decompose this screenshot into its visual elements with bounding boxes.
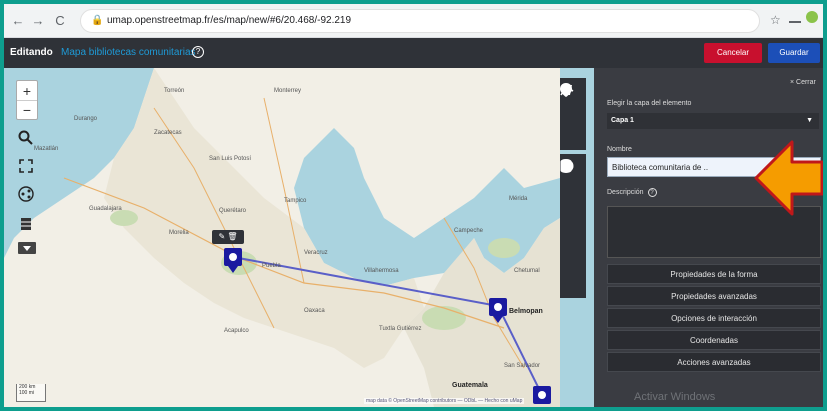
description-label: Descripción ? bbox=[607, 188, 657, 197]
marker-popup-toolbar[interactable]: ✎ 🗑 bbox=[212, 230, 244, 244]
scale-bar: 200 km 100 mi bbox=[16, 384, 46, 402]
place-label: Mazatlán bbox=[34, 146, 59, 152]
zoom-in-button[interactable]: + bbox=[17, 81, 37, 101]
draw-toolbar bbox=[560, 78, 586, 150]
back-button[interactable]: ← bbox=[10, 13, 26, 29]
shape-properties-button[interactable]: Propiedades de la forma bbox=[607, 264, 821, 284]
scale-mi: 100 mi bbox=[19, 390, 35, 396]
umap-header: Editando Mapa bibliotecas comunitarias ?… bbox=[4, 38, 823, 68]
place-label: Mérida bbox=[509, 196, 528, 202]
save-button[interactable]: Guardar bbox=[768, 43, 820, 63]
caret-down-icon[interactable] bbox=[18, 242, 36, 254]
star-icon[interactable]: ☆ bbox=[770, 13, 781, 27]
layer-select[interactable]: Capa 1 ▼ bbox=[607, 113, 819, 129]
place-label: Veracruz bbox=[304, 250, 328, 256]
polygon-icon[interactable] bbox=[560, 85, 586, 150]
windows-activation-watermark: Activar Windows bbox=[634, 391, 716, 403]
profile-avatar[interactable] bbox=[806, 11, 818, 23]
place-label: Tampico bbox=[284, 198, 307, 204]
place-label: Acapulco bbox=[224, 328, 249, 334]
place-label: Guadalajara bbox=[89, 206, 122, 212]
zoom-out-button[interactable]: − bbox=[17, 101, 37, 120]
help-icon[interactable]: ? bbox=[647, 188, 657, 197]
close-panel-link[interactable]: × Cerrar bbox=[790, 79, 816, 86]
place-label: Morelia bbox=[169, 230, 189, 236]
place-label: Puebla bbox=[262, 263, 281, 269]
place-label: Monterrey bbox=[274, 88, 302, 94]
place-label: Villahermosa bbox=[364, 268, 399, 274]
pencil-icon[interactable] bbox=[560, 161, 586, 274]
address-bar[interactable]: 🔒 umap.openstreetmap.fr/es/map/new/#6/20… bbox=[80, 9, 760, 33]
map-name-link[interactable]: Mapa bibliotecas comunitarias bbox=[61, 47, 196, 58]
browser-toolbar: ← → C 🔒 umap.openstreetmap.fr/es/map/new… bbox=[4, 4, 823, 38]
map-attribution[interactable]: map data © OpenStreetMap contributors — … bbox=[364, 398, 525, 404]
name-label: Nombre bbox=[607, 146, 632, 153]
lock-icon: 🔒 bbox=[91, 15, 104, 26]
extension-icon[interactable] bbox=[789, 13, 801, 23]
description-label-text: Descripción bbox=[607, 189, 644, 196]
zoom-control: + − bbox=[16, 80, 38, 120]
share-icon[interactable] bbox=[18, 186, 36, 204]
interaction-options-button[interactable]: Opciones de interacción bbox=[607, 308, 821, 328]
forward-button[interactable]: → bbox=[30, 13, 46, 29]
park-area bbox=[488, 238, 520, 258]
settings-toolbar bbox=[560, 154, 586, 298]
reload-button[interactable]: C bbox=[52, 13, 68, 29]
coordinates-button[interactable]: Coordenadas bbox=[607, 330, 821, 350]
place-label: San Salvador bbox=[504, 363, 541, 369]
key-icon[interactable] bbox=[560, 163, 586, 298]
place-label: Oaxaca bbox=[304, 308, 325, 314]
search-icon[interactable] bbox=[18, 130, 36, 148]
layers-stack-icon[interactable] bbox=[560, 160, 586, 226]
cancel-button[interactable]: Cancelar bbox=[704, 43, 762, 63]
place-label: Querétaro bbox=[219, 208, 247, 214]
help-icon[interactable]: ? bbox=[192, 46, 204, 58]
place-label: Campeche bbox=[454, 228, 484, 234]
layer-select-value: Capa 1 bbox=[611, 117, 634, 124]
map-canvas[interactable]: Durango Mazatlán Zacatecas San Luis Poto… bbox=[4, 68, 594, 407]
url-text: umap.openstreetmap.fr/es/map/new/#6/20.4… bbox=[107, 15, 352, 26]
line-icon[interactable] bbox=[560, 85, 586, 126]
edit-panel: × Cerrar Elegir la capa del elemento Cap… bbox=[594, 68, 823, 407]
editing-label: Editando bbox=[10, 47, 53, 58]
menu-icon[interactable]: ⋮ bbox=[818, 13, 823, 27]
layer-label: Elegir la capa del elemento bbox=[607, 100, 692, 107]
place-label: Torreón bbox=[164, 88, 185, 94]
layers-icon[interactable] bbox=[18, 216, 36, 234]
place-label: Guatemala bbox=[452, 382, 488, 389]
gear-icon[interactable] bbox=[560, 161, 586, 202]
park-area bbox=[422, 306, 466, 330]
park-area bbox=[110, 210, 138, 226]
place-label: Belmopan bbox=[509, 308, 543, 315]
screen-frame: ← → C 🔒 umap.openstreetmap.fr/es/map/new… bbox=[4, 4, 823, 407]
marker-pin[interactable] bbox=[533, 386, 551, 404]
place-label: San Luis Potosí bbox=[209, 156, 252, 162]
annotation-arrow-icon bbox=[754, 140, 823, 216]
database-icon[interactable] bbox=[560, 159, 586, 250]
advanced-properties-button[interactable]: Propiedades avanzadas bbox=[607, 286, 821, 306]
chevron-down-icon: ▼ bbox=[806, 117, 813, 124]
advanced-actions-button[interactable]: Acciones avanzadas bbox=[607, 352, 821, 372]
place-label: Tuxtla Gutiérrez bbox=[379, 326, 422, 332]
fullscreen-icon[interactable] bbox=[18, 158, 36, 176]
place-label: Zacatecas bbox=[154, 130, 182, 136]
place-label: Chetumal bbox=[514, 268, 540, 274]
place-label: Durango bbox=[74, 116, 98, 122]
